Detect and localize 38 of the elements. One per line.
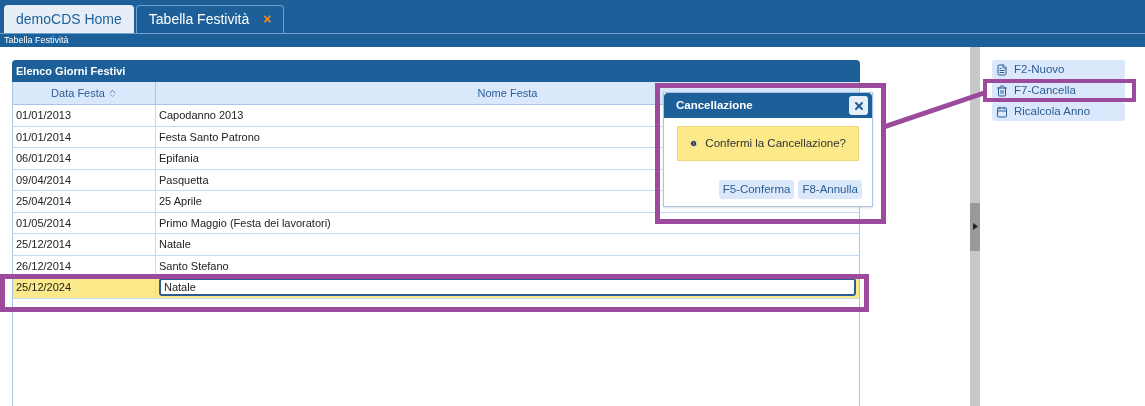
action-button[interactable]: Ricalcola Anno [992, 102, 1125, 121]
table-cell: 01/01/2013 [13, 105, 156, 126]
grid-title: Elenco Giorni Festivi [16, 63, 126, 79]
table-cell: 01/01/2014 [13, 126, 156, 147]
tab-label: demoCDS Home [16, 9, 122, 29]
table-cell: 06/01/2014 [13, 148, 156, 169]
page-title: Tabella Festività [4, 36, 69, 45]
close-button[interactable] [849, 96, 868, 115]
table-cell: 26/12/2014 [13, 255, 156, 276]
dialog-button[interactable]: F8-Annulla [798, 180, 862, 199]
table-cell-text: Santo Stefano [159, 258, 229, 274]
table-cell-text: Festa Santo Patrono [159, 129, 260, 145]
table-cell: 25/04/2014 [13, 191, 156, 212]
calendar-icon [996, 105, 1008, 118]
tab[interactable]: demoCDS Home [4, 5, 134, 33]
column-header[interactable]: Data Festa [13, 82, 156, 104]
tab-label: Tabella Festività [148, 10, 250, 29]
caret-icon [972, 223, 978, 230]
table-cell-text: Epifania [159, 151, 199, 166]
dialog-button[interactable]: F5-Conferma [718, 180, 795, 199]
alert-icon [690, 138, 698, 149]
table-cell-text: Capodanno 2013 [159, 108, 244, 123]
table-cell-text: Primo Maggio (Festa dei lavoratori) [159, 215, 331, 231]
alert-message: Confermi la Cancellazione? [705, 135, 846, 151]
table-cell: 25/12/2014 [13, 234, 156, 255]
table-cell-text: Natale [159, 237, 191, 252]
close-icon [852, 99, 865, 112]
table-cell: 09/04/2014 [13, 169, 156, 190]
table-cell: 01/05/2014 [13, 212, 156, 233]
table-cell-text: Pasquetta [159, 172, 209, 188]
collapse-handle[interactable] [970, 202, 980, 251]
table-cell: 25/12/2024 [13, 277, 156, 298]
action-button[interactable]: F2-Nuovo [992, 60, 1125, 79]
trash-icon [996, 84, 1008, 97]
document-icon [996, 63, 1008, 76]
tab[interactable]: Tabella Festività × [135, 5, 285, 33]
table-cell-text: 25 Aprile [159, 194, 202, 209]
dialog-title: Cancellazione [676, 97, 753, 113]
